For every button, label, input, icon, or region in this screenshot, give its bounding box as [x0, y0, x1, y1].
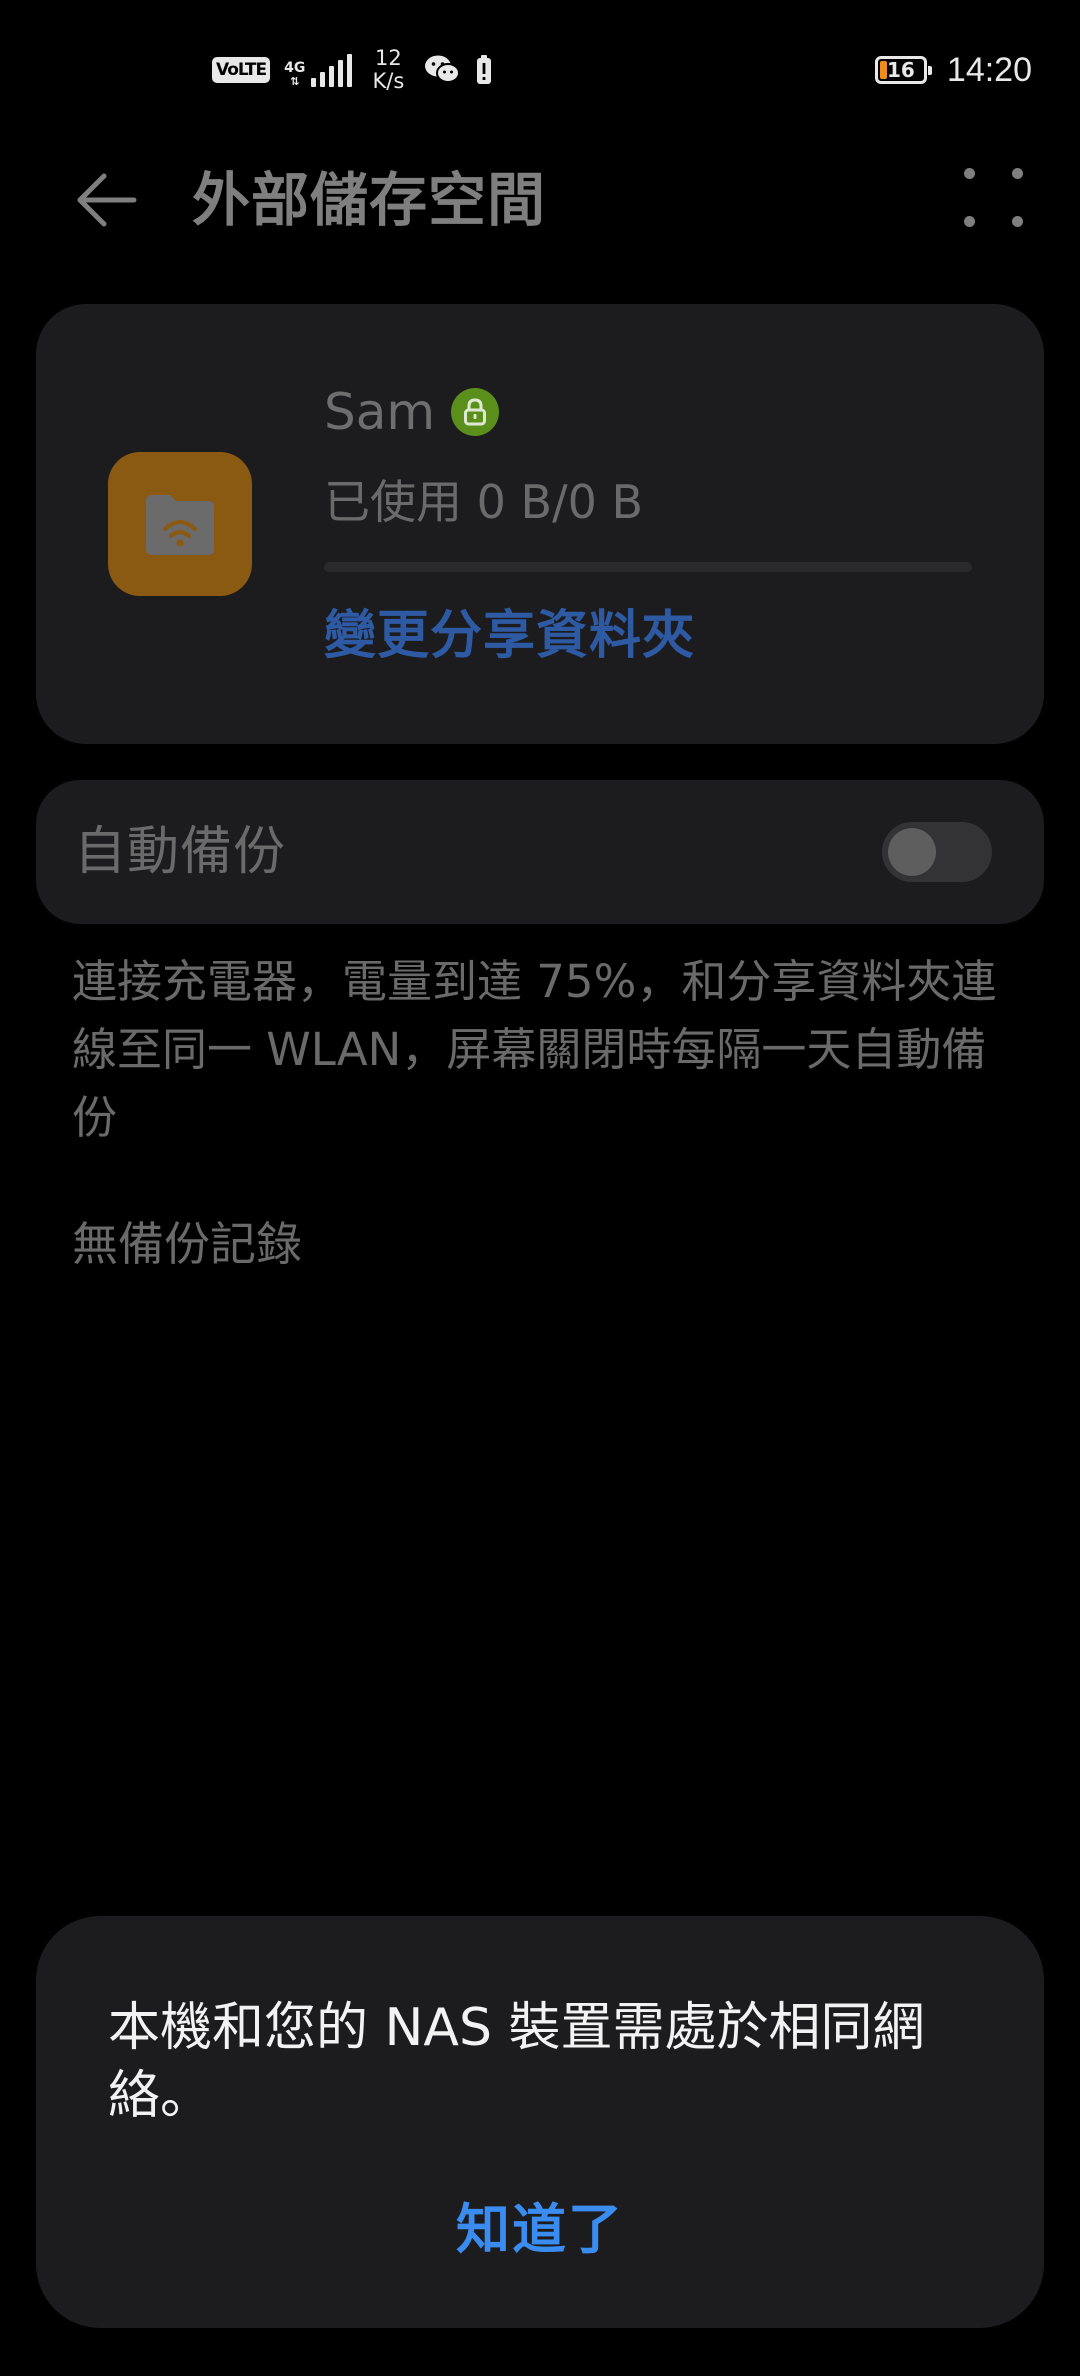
- device-name: Sam: [324, 383, 436, 441]
- back-arrow-icon: [77, 173, 137, 227]
- alert-icon: [474, 54, 494, 86]
- toggle-knob: [888, 828, 936, 876]
- backup-history-text: 無備份記錄: [72, 1217, 302, 1271]
- storage-usage-bar: [324, 562, 972, 572]
- network-speed-value: 12: [375, 46, 402, 70]
- app-bar: 外部儲存空間: [0, 150, 1080, 250]
- page-title: 外部儲存空間: [192, 166, 547, 234]
- battery-icon: 16: [874, 56, 932, 84]
- network-notice-dialog: 本機和您的 NAS 裝置需處於相同網絡。 知道了: [36, 1916, 1044, 2328]
- auto-backup-label: 自動備份: [74, 822, 287, 882]
- battery-level: 16: [886, 58, 915, 82]
- lock-icon: [451, 388, 500, 436]
- change-shared-folder-link[interactable]: 變更分享資料夾: [324, 606, 695, 666]
- got-it-button[interactable]: 知道了: [36, 2176, 1044, 2272]
- signal-icon: 4G ⇅: [284, 53, 353, 87]
- status-icons-right: 16 14:20: [874, 44, 1032, 96]
- status-bar: VoLTE 4G ⇅ 12 K/s 16 14:20: [0, 0, 1080, 130]
- more-dots-icon: [964, 168, 975, 179]
- storage-usage-text: 已使用 0 B/0 B: [324, 475, 644, 529]
- status-time: 14:20: [946, 50, 1032, 89]
- auto-backup-description: 連接充電器，電量到達 75%，和分享資料夾連線至同一 WLAN，屏幕關閉時每隔一…: [72, 955, 997, 1144]
- volte-icon: VoLTE: [212, 57, 271, 83]
- network-type-label: 4G: [284, 60, 306, 76]
- more-options-button[interactable]: [958, 162, 1030, 234]
- screen: VoLTE 4G ⇅ 12 K/s 16 14:20 外部儲存空間 Sam 已使…: [0, 0, 1080, 2376]
- dialog-message: 本機和您的 NAS 裝置需處於相同網絡。: [108, 1998, 925, 2126]
- auto-backup-toggle[interactable]: [882, 822, 992, 882]
- wechat-icon: [424, 54, 461, 86]
- network-speed-unit: K/s: [372, 69, 405, 93]
- network-speed: 12 K/s: [366, 47, 410, 93]
- wifi-folder-icon: [108, 452, 252, 596]
- nas-storage-card: Sam 已使用 0 B/0 B 變更分享資料夾: [36, 304, 1044, 744]
- device-name-row: Sam: [324, 383, 500, 441]
- status-icons-left: VoLTE 4G ⇅ 12 K/s: [212, 42, 494, 98]
- auto-backup-row[interactable]: 自動備份: [36, 780, 1044, 924]
- back-button[interactable]: [66, 164, 146, 236]
